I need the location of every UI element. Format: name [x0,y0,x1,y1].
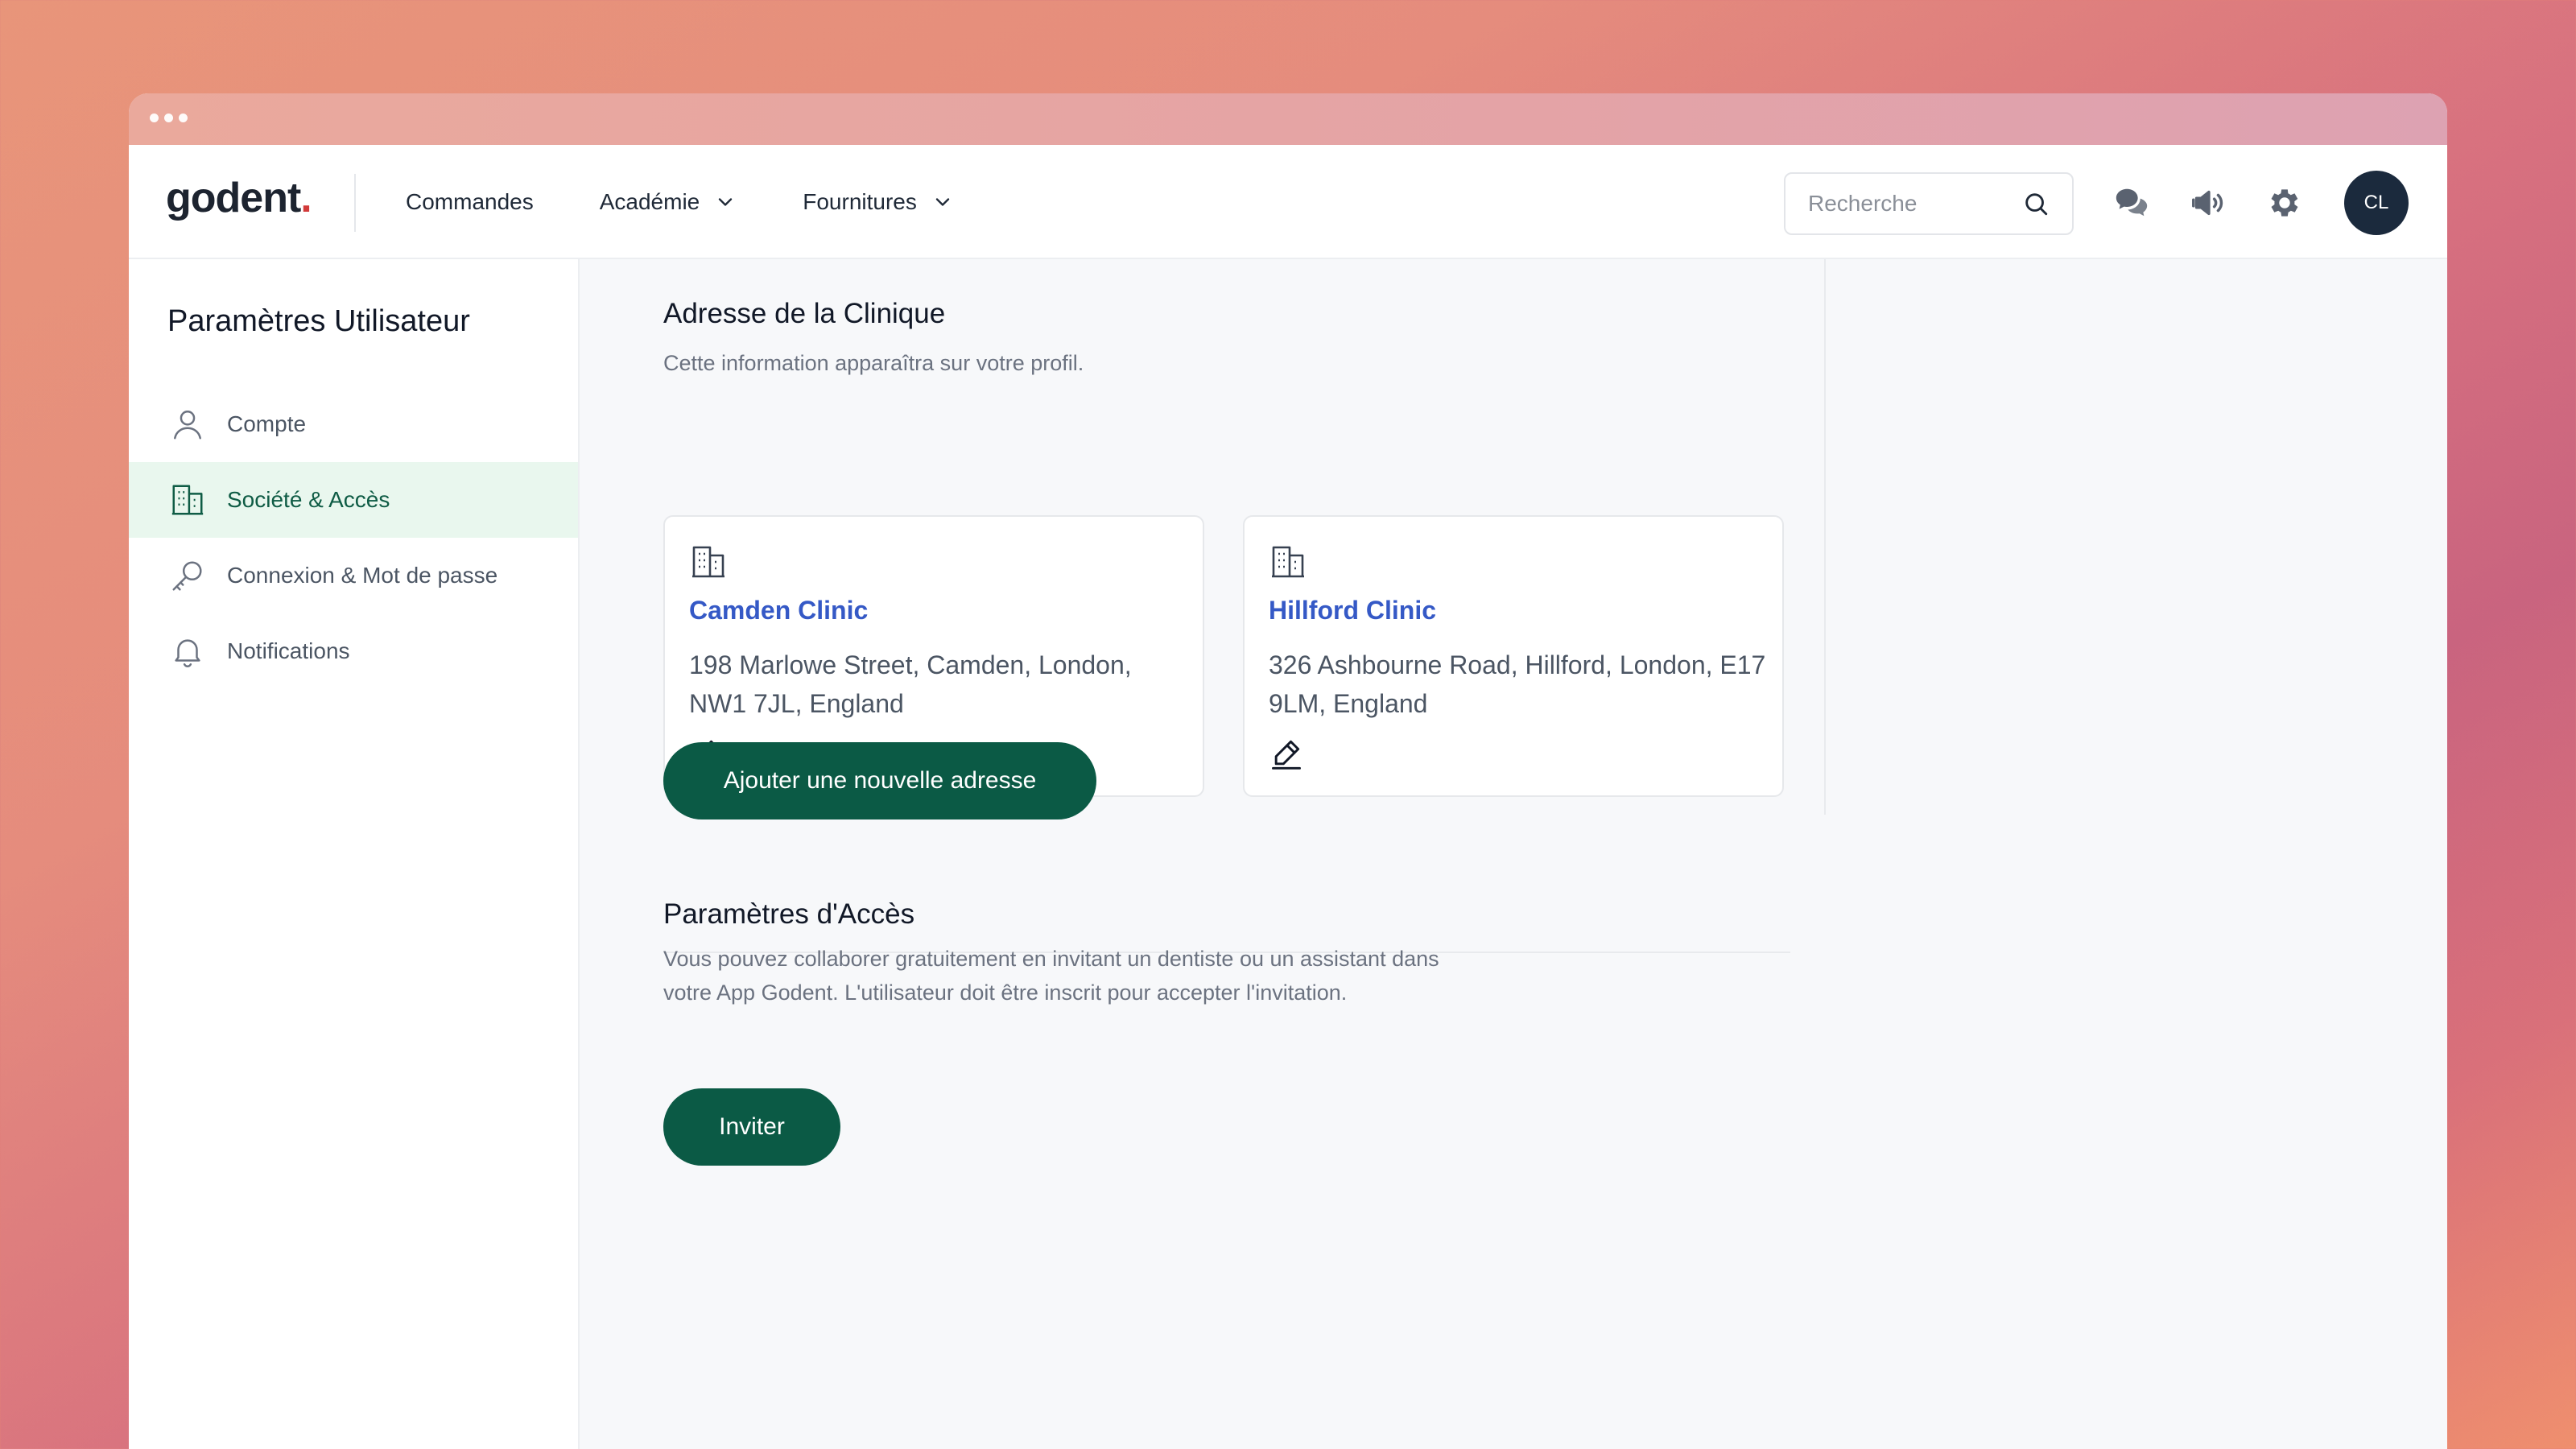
window-dot[interactable] [164,114,173,122]
chat-button[interactable] [2111,182,2153,224]
nav-links: Commandes Académie Fournitures [406,145,954,259]
clinic-name[interactable]: Hillford Clinic [1269,596,1436,625]
add-address-button[interactable]: Ajouter une nouvelle adresse [663,742,1096,819]
window-dot[interactable] [179,114,188,122]
key-icon [172,561,202,591]
user-icon [174,411,201,440]
nav-link-commandes[interactable]: Commandes [406,189,534,215]
top-navigation: godent. Commandes Académie Fournitures R… [129,145,2447,259]
sidebar-title: Paramètres Utilisateur [167,304,470,338]
clinic-address: 326 Ashbourne Road, Hillford, London, E1… [1269,650,1766,718]
search-input[interactable] [1808,191,2009,217]
window-dot[interactable] [150,114,159,122]
chat-icon [2116,188,2148,217]
clinic-card: Hillford Clinic 326 Ashbourne Road, Hill… [1243,515,1784,797]
sidebar-item-notifications[interactable]: Notifications [129,613,578,689]
window-controls[interactable] [150,114,188,122]
sidebar-item-label: Société & Accès [227,487,390,512]
bell-icon [175,639,200,667]
app-window: godent. Commandes Académie Fournitures R… [129,93,2447,1449]
sidebar-item-compte[interactable]: Compte [129,386,578,462]
window-titlebar [129,93,2447,145]
sidebar-menu: Compte Société & Accès Connexion & Mot d… [129,386,578,689]
nav-divider [354,174,356,232]
content-divider [1824,259,1826,815]
sidebar-item-label: Compte [227,411,307,436]
settings-button[interactable] [2264,182,2306,224]
nav-link-label: Académie [599,189,700,214]
sidebar-item-label: Notifications [227,638,350,663]
sidebar-item-societe-acces[interactable]: Société & Accès [129,462,578,538]
access-section-description: Vous pouvez collaborer gratuitement en i… [663,947,1439,1005]
clinic-address: 198 Marlowe Street, Camden, London, NW1 … [689,650,1132,718]
gear-icon [2271,189,2298,217]
address-section-title: Adresse de la Clinique [663,298,946,329]
building-icon [1272,546,1304,578]
chevron-down-icon [719,198,733,206]
settings-sidebar: Paramètres Utilisateur Compte Société & … [129,259,580,1449]
building-icon [171,485,204,515]
megaphone-icon [2192,190,2223,216]
address-section-description: Cette information apparaîtra sur votre p… [663,351,1084,375]
nav-link-label: Commandes [406,189,534,214]
edit-icon[interactable] [1269,736,1304,771]
clinic-name[interactable]: Camden Clinic [689,596,868,625]
nav-link-label: Fournitures [803,189,917,214]
search-box [1784,172,2074,235]
chevron-down-icon [935,198,950,206]
search-icon[interactable] [2022,190,2050,217]
brand-name: godent [166,175,301,221]
invite-button[interactable]: Inviter [663,1088,840,1166]
brand-dot: . [300,175,312,221]
avatar-initials: CL [2363,192,2389,213]
sidebar-item-label: Connexion & Mot de passe [227,563,498,588]
brand-logo[interactable]: godent. [166,174,312,222]
nav-link-academie[interactable]: Académie [600,189,737,215]
building-icon [692,546,724,578]
nav-link-fournitures[interactable]: Fournitures [803,189,954,215]
announcements-button[interactable] [2186,182,2228,224]
access-section-title: Paramètres d'Accès [663,898,915,930]
sidebar-item-connexion[interactable]: Connexion & Mot de passe [129,538,578,613]
avatar[interactable]: CL [2344,171,2409,235]
